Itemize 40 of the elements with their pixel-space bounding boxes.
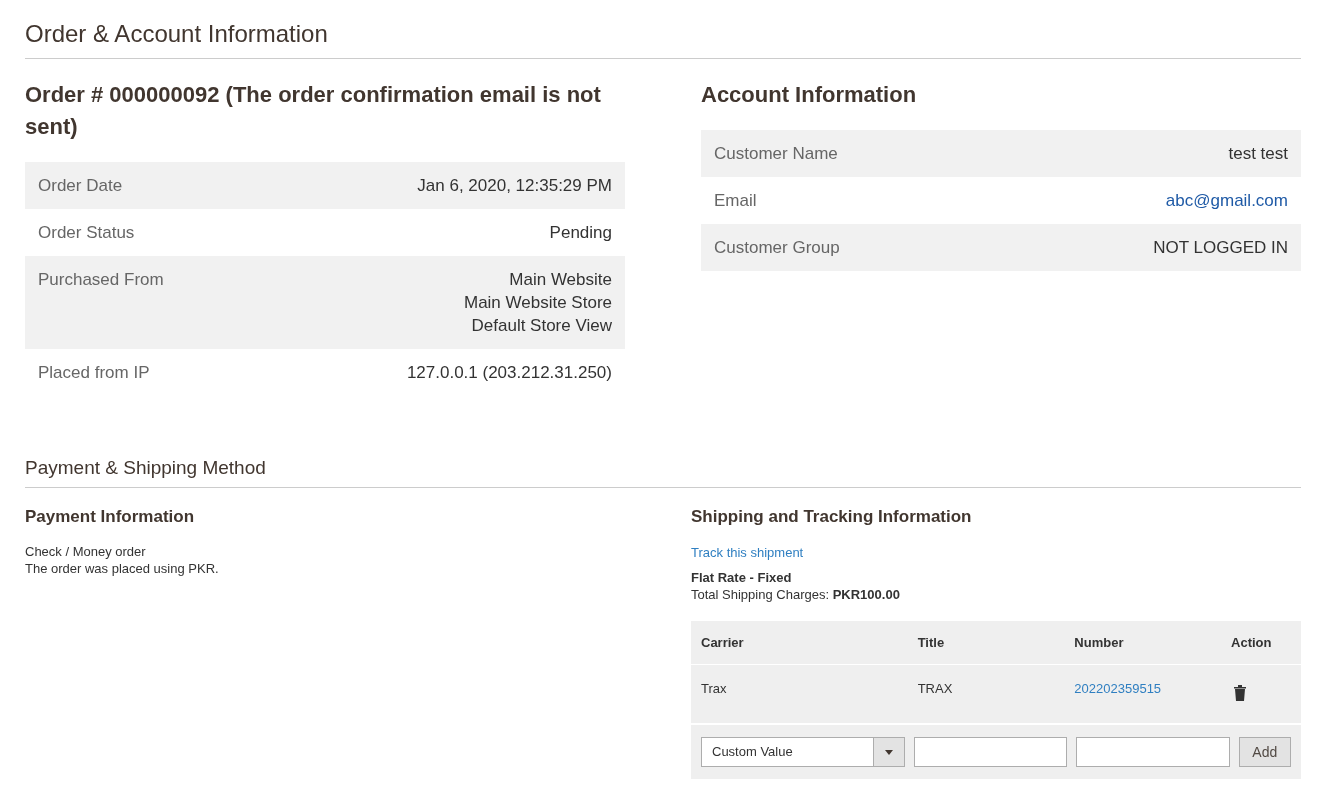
row-label: Purchased From: [38, 269, 164, 291]
payment-text: Check / Money order: [25, 543, 147, 560]
add-button[interactable]: Add: [1238, 737, 1291, 767]
track-link[interactable]: Track this shipment: [691, 543, 1301, 563]
column-header: Number: [1074, 633, 1125, 652]
shipping-method: Flat Rate - Fixed: [691, 568, 793, 586]
section-title: Payment & Shipping Method: [25, 454, 1301, 488]
payment-text: The order was placed using PKR.: [25, 560, 220, 577]
table-cell-text: Trax: [701, 680, 728, 698]
row-label: Customer Group: [714, 237, 840, 259]
payment-heading: Payment Information: [25, 505, 196, 528]
row-label: Customer Name: [714, 143, 838, 165]
row-value: Pending: [549, 222, 612, 244]
column-header: Carrier: [701, 633, 745, 652]
carrier-select[interactable]: Custom Value: [701, 737, 905, 767]
row-label: Email: [714, 190, 757, 212]
account-heading: Account Information: [701, 81, 918, 109]
shipping-charges: Total Shipping Charges: PKR100.00: [691, 585, 901, 603]
row-label: Placed from IP: [38, 362, 150, 384]
title-input[interactable]: [913, 737, 1067, 767]
section-title: Order & Account Information: [25, 16, 1301, 59]
column-header: Action: [1231, 633, 1273, 652]
row-value: Default Store View: [470, 315, 612, 337]
row-value: Jan 6, 2020, 12:35:29 PM: [417, 175, 612, 197]
caret-icon: [884, 749, 893, 755]
row-value: Main Website: [508, 269, 612, 291]
row-value: Main Website Store: [463, 292, 612, 314]
column-header: Title: [917, 633, 946, 652]
number-input[interactable]: [1075, 737, 1230, 767]
table-cell-text: TRAX: [917, 680, 954, 698]
row-value: test test: [1228, 143, 1288, 165]
delete-icon[interactable]: [1233, 684, 1248, 701]
row-value: NOT LOGGED IN: [1153, 237, 1288, 259]
row-label: Order Date: [38, 175, 123, 197]
row-value: 127.0.0.1 (203.212.31.250): [406, 362, 612, 384]
tracking-number-link[interactable]: 202202359515: [1074, 679, 1232, 699]
order-heading: Order # 000000092 (The order confirmation email is not sent): [25, 81, 602, 141]
email-link[interactable]: abc@gmail.com: [1165, 189, 1288, 212]
shipping-heading: Shipping and Tracking Information: [691, 505, 973, 528]
row-label: Order Status: [38, 222, 135, 244]
